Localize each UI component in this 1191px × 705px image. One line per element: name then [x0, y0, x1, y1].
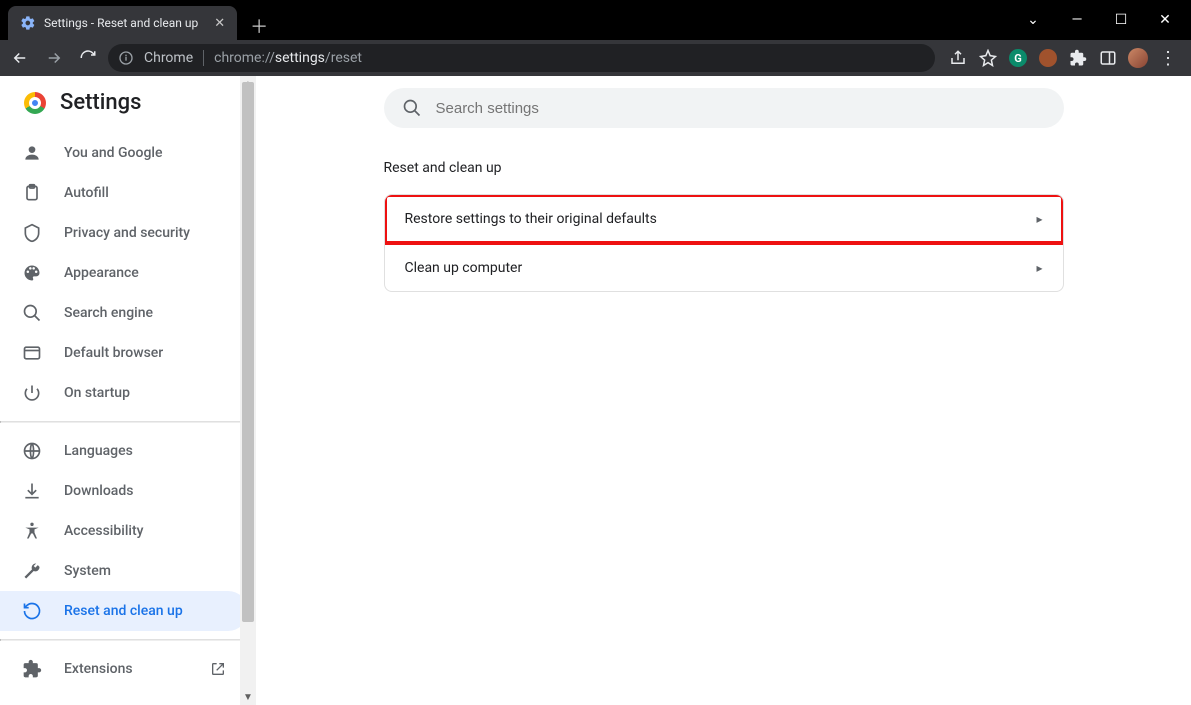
settings-main: Reset and clean up Restore settings to t… — [256, 76, 1191, 705]
sidebar-item-accessibility[interactable]: Accessibility — [0, 511, 248, 551]
browser-tab[interactable]: Settings - Reset and clean up ✕ — [8, 6, 237, 40]
section-title: Reset and clean up — [384, 160, 1064, 176]
minimize-button[interactable]: — — [1057, 5, 1097, 35]
sidebar-item-label: On startup — [64, 385, 130, 401]
browser-menu-button[interactable]: ⋮ — [1157, 47, 1179, 69]
sidebar-container: Settings You and Google Autofill Privacy… — [0, 76, 256, 705]
chevron-right-icon: ▸ — [1036, 212, 1042, 226]
row-clean-up-computer[interactable]: Clean up computer ▸ — [385, 243, 1063, 291]
site-info-icon[interactable] — [118, 50, 134, 66]
window-controls: ⌄ — ☐ ✕ — [1013, 0, 1191, 40]
new-tab-button[interactable]: ＋ — [245, 12, 273, 40]
sidebar-item-label: Default browser — [64, 345, 163, 361]
scrollbar-down-icon[interactable]: ▼ — [240, 689, 256, 705]
sidebar-item-extensions[interactable]: Extensions — [0, 649, 248, 689]
sidebar-group-advanced: Languages Downloads Accessibility System… — [0, 423, 248, 639]
sidebar-group-basic: You and Google Autofill Privacy and secu… — [0, 125, 248, 421]
sidebar-item-autofill[interactable]: Autofill — [0, 173, 248, 213]
sidebar-item-reset[interactable]: Reset and clean up — [0, 591, 248, 631]
settings-heading: Settings — [60, 90, 141, 115]
sidebar-item-system[interactable]: System — [0, 551, 248, 591]
maximize-button[interactable]: ☐ — [1101, 5, 1141, 35]
profile-avatar[interactable] — [1127, 47, 1149, 69]
side-panel-icon[interactable] — [1097, 47, 1119, 69]
sidebar-item-label: Autofill — [64, 185, 109, 201]
sidebar-item-default-browser[interactable]: Default browser — [0, 333, 248, 373]
settings-sidebar: Settings You and Google Autofill Privacy… — [0, 76, 248, 705]
tab-title: Settings - Reset and clean up — [44, 16, 198, 30]
sidebar-item-label: Appearance — [64, 265, 139, 281]
reset-section: Reset and clean up Restore settings to t… — [384, 160, 1064, 292]
open-in-new-icon — [210, 661, 226, 677]
extensions-puzzle-icon[interactable] — [1067, 47, 1089, 69]
row-label: Clean up computer — [405, 260, 523, 276]
chevron-right-icon: ▸ — [1036, 261, 1042, 275]
sidebar-item-label: Reset and clean up — [64, 603, 183, 619]
sidebar-item-on-startup[interactable]: On startup — [0, 373, 248, 413]
sidebar-item-privacy[interactable]: Privacy and security — [0, 213, 248, 253]
share-icon[interactable] — [947, 47, 969, 69]
sidebar-scrollbar[interactable]: ▲ ▼ — [240, 76, 256, 705]
reload-button[interactable] — [74, 44, 102, 72]
sidebar-group-footer: Extensions — [0, 641, 248, 697]
accessibility-icon — [22, 521, 42, 541]
url-scheme-label: Chrome — [144, 50, 193, 66]
browser-toolbar: Chrome chrome://settings/reset G ⋮ — [0, 40, 1191, 76]
forward-button[interactable] — [40, 44, 68, 72]
person-icon — [22, 143, 42, 163]
sidebar-item-label: Downloads — [64, 483, 133, 499]
shield-icon — [22, 223, 42, 243]
search-icon — [22, 303, 42, 323]
extension-cookie-icon[interactable] — [1037, 47, 1059, 69]
sidebar-item-label: Search engine — [64, 305, 153, 321]
puzzle-icon — [22, 659, 42, 679]
clipboard-icon — [22, 183, 42, 203]
globe-icon — [22, 441, 42, 461]
search-settings-input[interactable] — [436, 100, 1046, 117]
browser-icon — [22, 343, 42, 363]
extension-grammarly-icon[interactable]: G — [1007, 47, 1029, 69]
address-bar[interactable]: Chrome chrome://settings/reset — [108, 44, 935, 72]
sidebar-item-appearance[interactable]: Appearance — [0, 253, 248, 293]
chevron-down-icon[interactable]: ⌄ — [1013, 5, 1053, 35]
power-icon — [22, 383, 42, 403]
sidebar-item-search-engine[interactable]: Search engine — [0, 293, 248, 333]
sidebar-item-label: Languages — [64, 443, 133, 459]
sidebar-item-label: Privacy and security — [64, 225, 190, 241]
sidebar-item-label: Extensions — [64, 661, 133, 677]
sidebar-item-you-and-google[interactable]: You and Google — [0, 133, 248, 173]
row-label: Restore settings to their original defau… — [405, 211, 657, 227]
palette-icon — [22, 263, 42, 283]
sidebar-item-label: You and Google — [64, 145, 162, 161]
toolbar-actions: G ⋮ — [941, 47, 1185, 69]
tab-strip: Settings - Reset and clean up ✕ ＋ — [0, 0, 273, 40]
url-divider — [203, 50, 204, 66]
back-button[interactable] — [6, 44, 34, 72]
download-icon — [22, 481, 42, 501]
close-window-button[interactable]: ✕ — [1145, 5, 1185, 35]
wrench-icon — [22, 561, 42, 581]
sidebar-item-label: System — [64, 563, 111, 579]
restore-icon — [22, 601, 42, 621]
close-tab-icon[interactable]: ✕ — [214, 16, 225, 31]
reset-card: Restore settings to their original defau… — [384, 194, 1064, 292]
window-titlebar: Settings - Reset and clean up ✕ ＋ ⌄ — ☐ … — [0, 0, 1191, 40]
row-restore-defaults[interactable]: Restore settings to their original defau… — [385, 195, 1063, 243]
bookmark-icon[interactable] — [977, 47, 999, 69]
gear-icon — [20, 15, 36, 31]
sidebar-item-label: Accessibility — [64, 523, 143, 539]
page-content: Settings You and Google Autofill Privacy… — [0, 76, 1191, 705]
scrollbar-thumb[interactable] — [242, 82, 254, 622]
sidebar-item-downloads[interactable]: Downloads — [0, 471, 248, 511]
search-settings[interactable] — [384, 88, 1064, 128]
search-icon — [402, 98, 422, 118]
chrome-logo-icon — [24, 92, 46, 114]
sidebar-item-languages[interactable]: Languages — [0, 431, 248, 471]
url-text: chrome://settings/reset — [214, 50, 362, 66]
settings-brand: Settings — [0, 90, 248, 125]
